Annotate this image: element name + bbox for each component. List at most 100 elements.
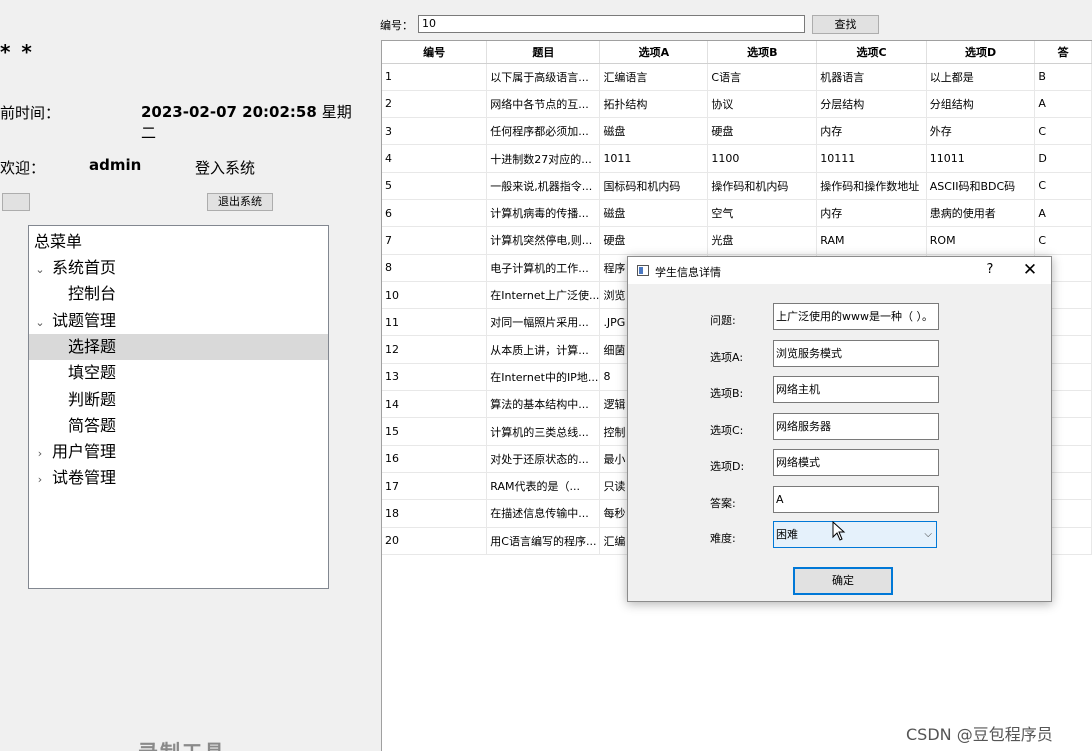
menu-item[interactable]: › 用户管理 [29,439,328,465]
table-cell[interactable]: 硬盘 [599,226,709,255]
table-cell[interactable]: 光盘 [707,226,818,255]
field-input[interactable]: 网络服务器 [773,412,939,440]
table-cell[interactable]: 操作码和机内码 [707,172,818,200]
table-cell[interactable]: 网络中各节点的互... [486,90,601,119]
ok-button[interactable]: 确定 [793,567,893,595]
table-cell[interactable]: 计算机突然停电,则... [486,226,601,255]
table-cell[interactable]: 对同一幅照片采用... [486,308,601,337]
table-row[interactable]: 4 十进制数27对应的... 1011 1100 10111 11011 D [382,144,1092,173]
table-cell[interactable]: C [1034,117,1092,146]
table-cell[interactable]: B [1034,63,1092,91]
menu-item[interactable]: 选择题 [29,333,328,360]
table-cell[interactable]: 拓扑结构 [599,90,709,119]
table-row[interactable]: 7 计算机突然停电,则... 硬盘 光盘 RAM ROM C [382,226,1092,255]
column-header[interactable]: 编号 [382,41,488,64]
table-cell[interactable]: 10111 [816,144,927,173]
table-cell[interactable]: 电子计算机的工作... [486,254,601,282]
table-cell[interactable]: 7 [382,226,488,255]
table-cell[interactable]: 从本质上讲，计算... [486,335,601,364]
table-cell[interactable]: ASCII码和BDC码 [926,172,1036,200]
column-header[interactable]: 选项C [816,41,927,64]
logout-button[interactable]: 退出系统 [207,193,273,211]
id-search-input[interactable]: 10 [418,15,805,33]
table-cell[interactable]: 20 [382,527,488,555]
table-cell[interactable]: 18 [382,499,488,528]
column-header[interactable]: 选项A [599,41,709,64]
table-cell[interactable]: 计算机的三类总线... [486,417,601,446]
table-cell[interactable]: 算法的基本结构中... [486,390,601,419]
table-row[interactable]: 3 任何程序都必须加... 磁盘 硬盘 内存 外存 C [382,117,1092,146]
column-header[interactable]: 选项D [926,41,1036,64]
table-cell[interactable]: 分层结构 [816,90,927,119]
column-header[interactable]: 题目 [486,41,601,64]
table-cell[interactable]: 机器语言 [816,63,927,91]
table-cell[interactable]: 在Internet上广泛使... [486,281,601,310]
table-cell[interactable]: A [1034,199,1092,228]
table-cell[interactable]: 硬盘 [707,117,818,146]
table-cell[interactable]: 用C语言编写的程序... [486,527,601,555]
menu-item[interactable]: 填空题 [29,360,328,386]
table-cell[interactable]: 在Internet中的IP地... [486,363,601,392]
table-cell[interactable]: 以下属于高级语言... [486,63,601,91]
table-cell[interactable]: 外存 [926,117,1036,146]
table-cell[interactable]: 汇编语言 [599,63,709,91]
table-cell[interactable]: 十进制数27对应的... [486,144,601,173]
search-button[interactable]: 查找 [812,15,879,34]
table-cell[interactable]: 16 [382,445,488,473]
column-header[interactable]: 选项B [707,41,818,64]
table-cell[interactable]: 分组结构 [926,90,1036,119]
table-cell[interactable]: 操作码和操作数地址 [816,172,927,200]
table-cell[interactable]: 13 [382,363,488,392]
table-cell[interactable]: 2 [382,90,488,119]
table-row[interactable]: 6 计算机病毒的传播... 磁盘 空气 内存 患病的使用者 A [382,199,1092,228]
table-cell[interactable]: RAM [816,226,927,255]
table-row[interactable]: 2 网络中各节点的互... 拓扑结构 协议 分层结构 分组结构 A [382,90,1092,119]
table-cell[interactable]: RAM代表的是（... [486,472,601,501]
field-input[interactable]: 网络模式 [773,449,939,476]
menu-item[interactable]: ⌄ 系统首页 [29,255,328,281]
column-header[interactable]: 答 [1034,41,1092,64]
table-cell[interactable]: 协议 [707,90,818,119]
table-cell[interactable]: 一般来说,机器指令... [486,172,601,200]
difficulty-select[interactable]: 困难 ⌵ [773,521,937,548]
table-cell[interactable]: 10 [382,281,488,310]
menu-item[interactable]: 简答题 [29,413,328,439]
table-row[interactable]: 1 以下属于高级语言... 汇编语言 C语言 机器语言 以上都是 B [382,63,1092,91]
table-cell[interactable]: 6 [382,199,488,228]
chevron-right-icon[interactable]: › [34,467,46,493]
table-cell[interactable]: 患病的使用者 [926,199,1036,228]
blank-button[interactable] [2,193,30,211]
table-cell[interactable]: 3 [382,117,488,146]
table-cell[interactable]: 4 [382,144,488,173]
table-cell[interactable]: ROM [926,226,1036,255]
table-row[interactable]: 5 一般来说,机器指令... 国标码和机内码 操作码和机内码 操作码和操作数地址 ASCI… [382,172,1092,200]
table-cell[interactable]: 1100 [707,144,818,173]
table-cell[interactable]: C [1034,172,1092,200]
table-cell[interactable]: C [1034,226,1092,255]
table-cell[interactable]: 磁盘 [599,199,709,228]
field-input[interactable]: A [773,485,939,513]
table-cell[interactable]: 内存 [816,117,927,146]
menu-item[interactable]: 控制台 [29,281,328,307]
table-cell[interactable]: 对处于还原状态的... [486,445,601,473]
menu-root[interactable]: 总菜单 [29,229,328,255]
table-cell[interactable]: 任何程序都必须加... [486,117,601,146]
table-cell[interactable]: 1 [382,63,488,91]
field-input[interactable]: 网络主机 [773,376,939,403]
table-cell[interactable]: 空气 [707,199,818,228]
table-cell[interactable]: C语言 [707,63,818,91]
chevron-down-icon[interactable]: ⌄ [34,310,46,336]
table-cell[interactable]: D [1034,144,1092,173]
field-input[interactable]: 浏览服务模式 [773,339,939,367]
table-cell[interactable]: 5 [382,172,488,200]
chevron-down-icon[interactable]: ⌄ [34,257,46,283]
menu-item[interactable]: 判断题 [29,387,328,413]
table-cell[interactable]: 8 [382,254,488,282]
field-input[interactable]: 上广泛使用的www是一种（ ）。 [773,303,939,330]
table-cell[interactable]: 国标码和机内码 [599,172,709,200]
table-cell[interactable]: 在描述信息传输中... [486,499,601,528]
table-cell[interactable]: 14 [382,390,488,419]
chevron-right-icon[interactable]: › [34,441,46,467]
table-cell[interactable]: 12 [382,335,488,364]
table-cell[interactable]: 15 [382,417,488,446]
